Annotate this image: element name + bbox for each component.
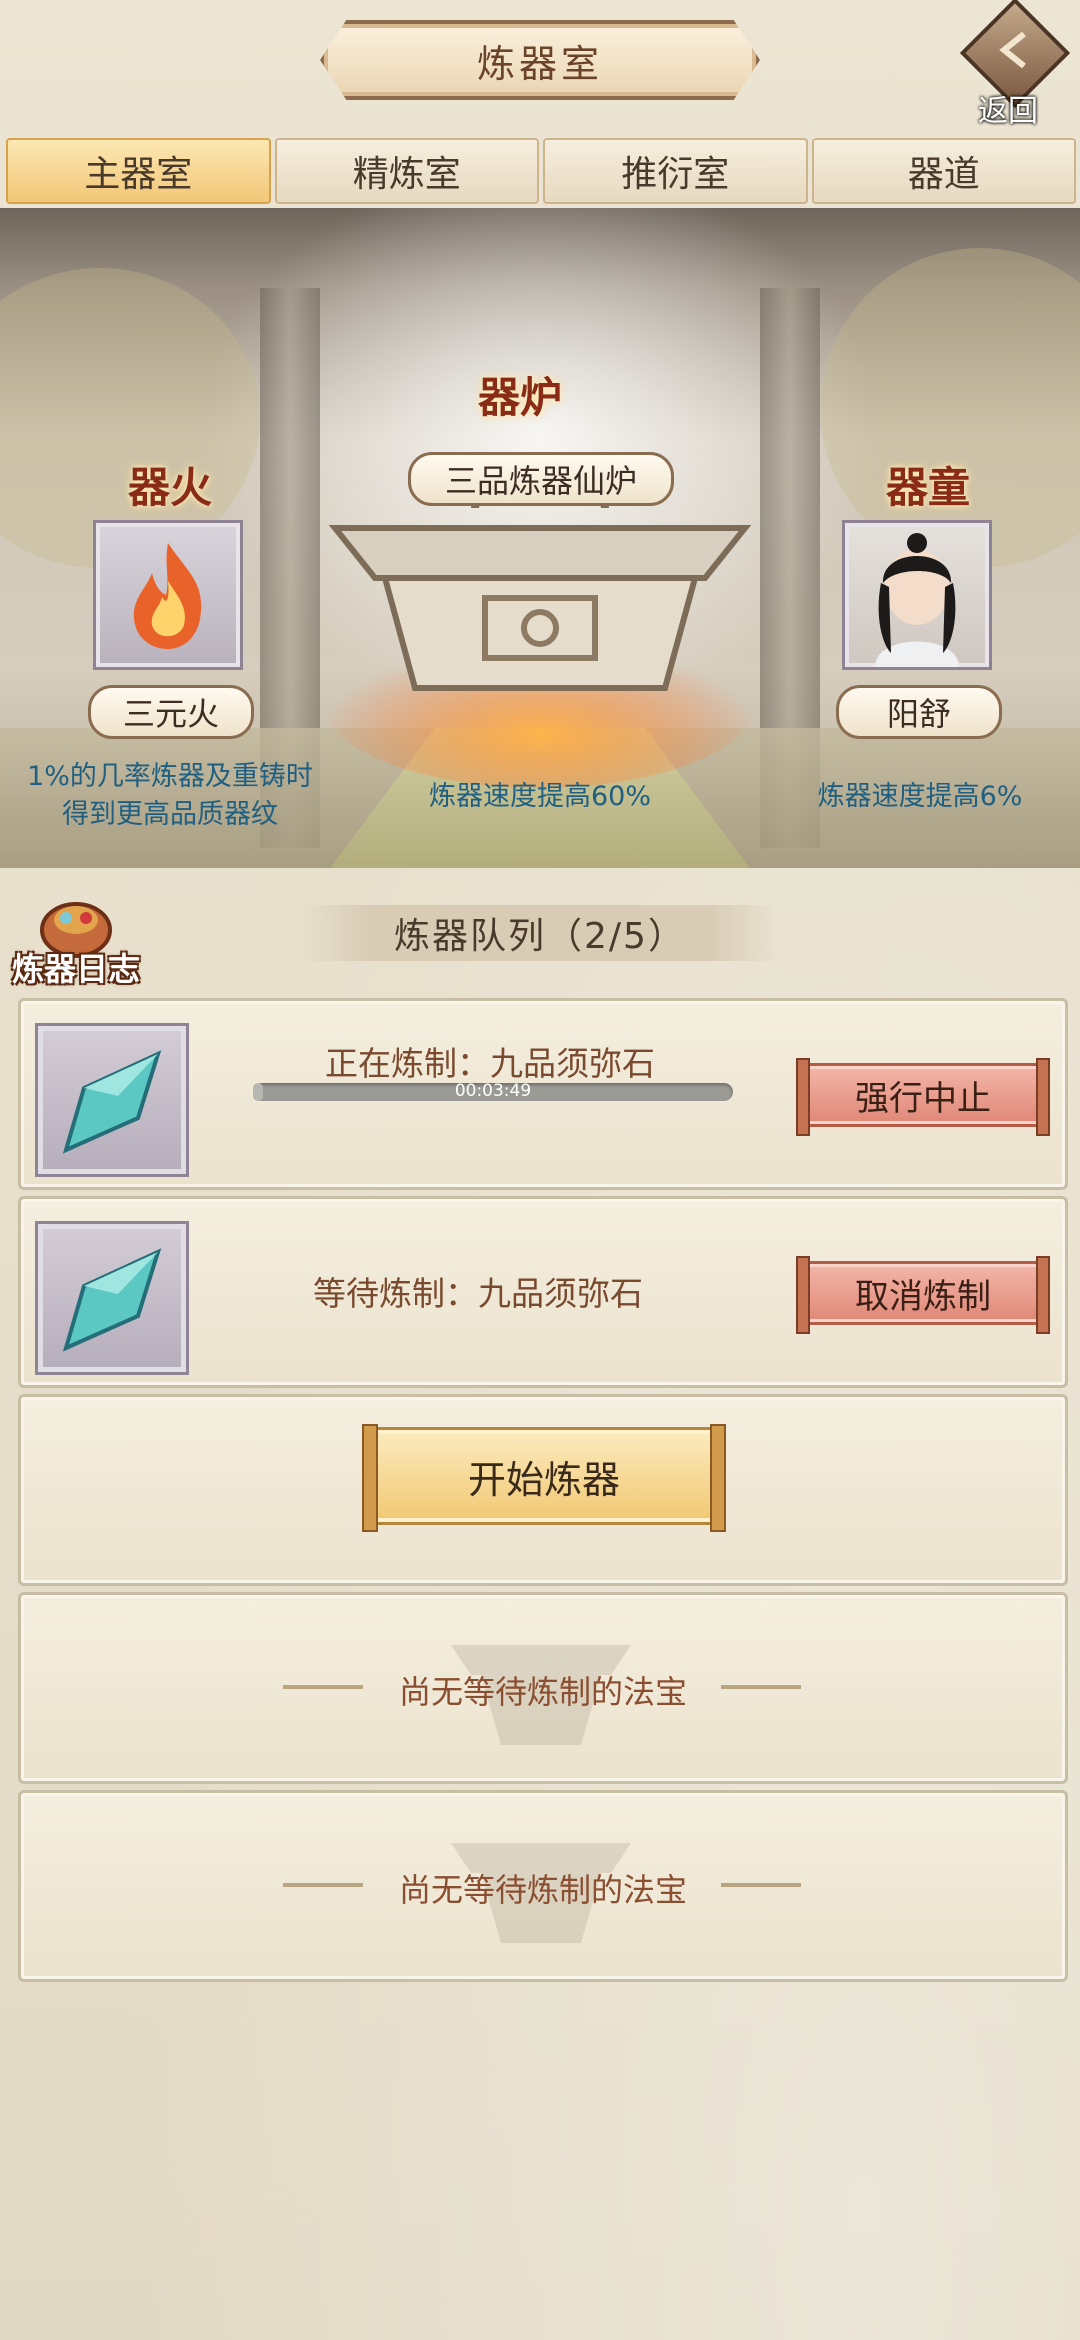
fire-name: 三元火 bbox=[122, 695, 219, 733]
flame-icon bbox=[133, 543, 202, 649]
back-icon bbox=[999, 31, 1026, 69]
back-label: 返回 bbox=[978, 94, 1038, 129]
empty-slot-text: 尚无等待炼制的法宝 bbox=[398, 1673, 687, 1711]
fire-desc-line2: 得到更高品质器纹 bbox=[62, 799, 278, 830]
queue-card-active: 正在炼制：九品须弥石 00:03:49 强行中止 bbox=[18, 998, 1068, 1190]
queue-header: 炼器队列（2/5） bbox=[300, 905, 780, 961]
crafting-log-label: 炼器日志 bbox=[12, 950, 141, 988]
tab-derive-room[interactable]: 推衍室 bbox=[543, 138, 808, 204]
fire-section-label: 器火 bbox=[128, 463, 213, 512]
furnace-name: 三品炼器仙炉 bbox=[444, 462, 637, 500]
queue-card-start: 开始炼器 bbox=[18, 1394, 1068, 1586]
fire-slot[interactable] bbox=[93, 520, 243, 670]
waiting-item-label: 等待炼制：九品须弥石 bbox=[313, 1274, 643, 1313]
back-button[interactable]: 返回 bbox=[959, 0, 1071, 129]
swirl-decoration bbox=[721, 1685, 801, 1689]
queue-title: 炼器队列（2/5） bbox=[394, 916, 686, 957]
item-slot[interactable] bbox=[35, 1023, 189, 1177]
empty-slot-text: 尚无等待炼制的法宝 bbox=[398, 1871, 687, 1909]
queue-card-empty: 尚无等待炼制的法宝 bbox=[18, 1790, 1068, 1982]
apprentice-name-plate: 阳舒 bbox=[836, 685, 1002, 739]
furnace-name-plate: 三品炼器仙炉 bbox=[408, 452, 674, 506]
start-crafting-button[interactable]: 开始炼器 bbox=[362, 1424, 726, 1532]
apprentice-slot[interactable] bbox=[842, 520, 992, 670]
furnace-description: 炼器速度提高60% bbox=[428, 781, 651, 812]
tab-refine-room[interactable]: 精炼室 bbox=[274, 138, 539, 204]
item-slot[interactable] bbox=[35, 1221, 189, 1375]
tab-main-room[interactable]: 主器室 bbox=[6, 138, 271, 204]
force-stop-button[interactable]: 强行中止 bbox=[796, 1058, 1050, 1136]
crystal-icon bbox=[62, 1050, 162, 1154]
queue-card-empty: 尚无等待炼制的法宝 bbox=[18, 1592, 1068, 1784]
page-title: 炼器室 bbox=[476, 41, 603, 86]
apprentice-description: 炼器速度提高6% bbox=[817, 781, 1023, 812]
apprentice-section-label: 器童 bbox=[886, 463, 971, 512]
fire-description: 1%的几率炼器及重铸时 得到更高品质器纹 bbox=[0, 758, 340, 834]
active-item-label: 正在炼制：九品须弥石 bbox=[325, 1044, 655, 1083]
apprentice-name: 阳舒 bbox=[886, 695, 951, 733]
crystal-icon bbox=[62, 1248, 162, 1352]
cauldron-icon[interactable] bbox=[325, 468, 755, 788]
crafting-timer: 00:03:49 bbox=[454, 1081, 532, 1101]
crafting-log-button[interactable]: 炼器日志 bbox=[6, 884, 146, 994]
swirl-decoration bbox=[721, 1883, 801, 1887]
fire-desc-line1: 1%的几率炼器及重铸时 bbox=[27, 761, 313, 792]
tab-bar: 主器室 精炼室 推衍室 器道 bbox=[6, 138, 1076, 204]
crafting-progress-bar: 00:03:49 bbox=[253, 1081, 733, 1101]
queue-card-waiting: 等待炼制：九品须弥石 取消炼制 bbox=[18, 1196, 1068, 1388]
tab-crafting-dao[interactable]: 器道 bbox=[811, 138, 1076, 204]
apprentice-avatar bbox=[875, 533, 959, 667]
page-title-bar: 炼器室 bbox=[320, 20, 760, 100]
furnace-section-label: 器炉 bbox=[478, 373, 563, 422]
cancel-crafting-button[interactable]: 取消炼制 bbox=[796, 1256, 1050, 1334]
forge-scene: 器火 三元火 1%的几率炼器及重铸时 得到更高品质器纹 器炉 三品炼器仙炉 炼器… bbox=[0, 208, 1080, 868]
fire-name-plate: 三元火 bbox=[88, 685, 254, 739]
